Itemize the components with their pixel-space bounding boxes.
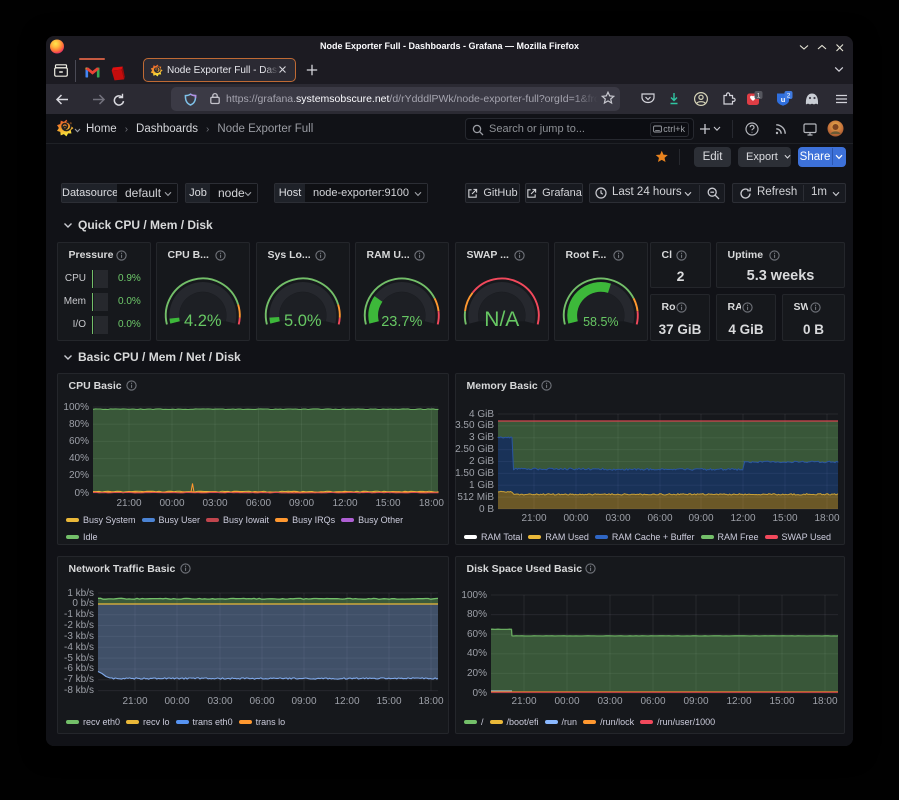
svg-text:4.2%: 4.2%: [184, 312, 222, 330]
svg-text:N/A: N/A: [484, 308, 519, 331]
svg-text:2: 2: [787, 92, 791, 99]
svg-text:58.5%: 58.5%: [583, 315, 618, 329]
svg-text:23.7%: 23.7%: [381, 314, 422, 330]
svg-text:1: 1: [757, 92, 761, 99]
svg-text:5.0%: 5.0%: [284, 312, 322, 330]
